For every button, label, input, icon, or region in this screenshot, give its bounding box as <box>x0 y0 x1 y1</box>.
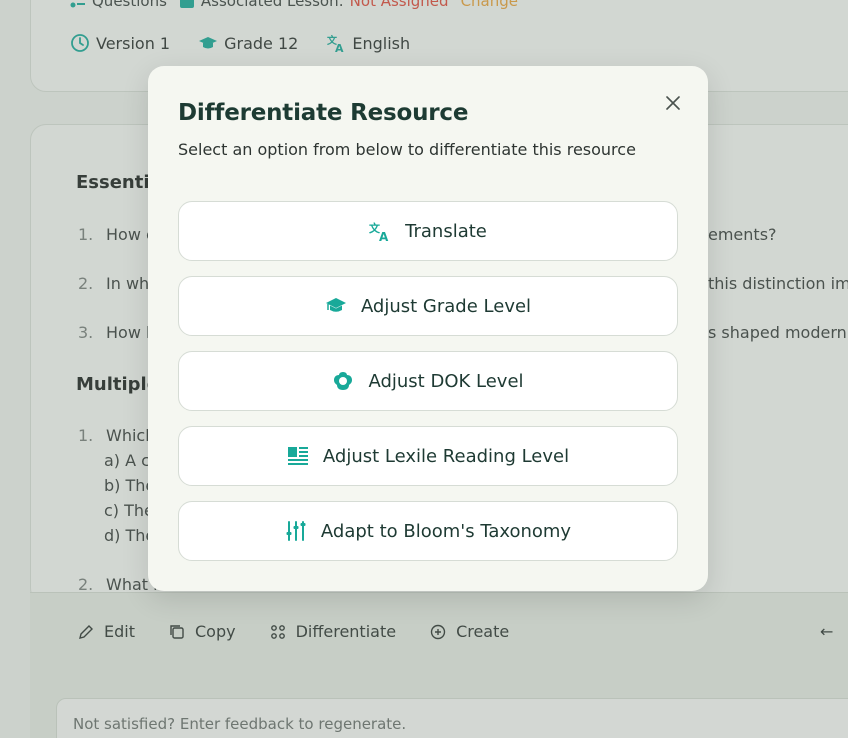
option-label: Adapt to Bloom's Taxonomy <box>320 520 572 542</box>
modal-subtitle: Select an option from below to different… <box>178 140 636 159</box>
adjust-dok-level-option-button[interactable]: Adjust DOK Level <box>178 351 678 411</box>
translate-icon: 文 A <box>369 220 391 242</box>
translate-option-button[interactable]: 文 A Translate <box>178 201 678 261</box>
close-button[interactable] <box>660 90 686 116</box>
option-label: Adjust Lexile Reading Level <box>322 445 570 467</box>
article-icon <box>287 445 309 467</box>
sliders-icon <box>285 520 307 542</box>
option-label: Adjust Grade Level <box>360 295 532 317</box>
graduation-cap-icon <box>325 295 347 317</box>
adapt-blooms-taxonomy-option-button[interactable]: Adapt to Bloom's Taxonomy <box>178 501 678 561</box>
svg-text:A: A <box>379 230 389 242</box>
adjust-lexile-reading-level-option-button[interactable]: Adjust Lexile Reading Level <box>178 426 678 486</box>
dok-icon <box>332 370 354 392</box>
option-label: Translate <box>405 220 487 242</box>
modal-title: Differentiate Resource <box>178 100 469 126</box>
adjust-grade-level-option-button[interactable]: Adjust Grade Level <box>178 276 678 336</box>
close-icon <box>666 96 680 110</box>
differentiate-resource-modal: Differentiate Resource Select an option … <box>148 66 708 591</box>
option-label: Adjust DOK Level <box>368 370 524 392</box>
